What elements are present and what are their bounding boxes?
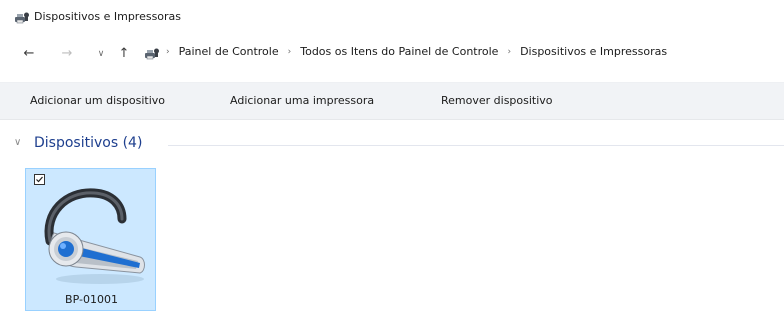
breadcrumb: › Painel de Controle › Todos os Itens do… — [166, 45, 667, 58]
devices-group-header: ∨ Dispositivos (4) — [0, 130, 784, 158]
add-device-button[interactable]: Adicionar um dispositivo — [30, 94, 165, 107]
breadcrumb-separator-icon[interactable]: › — [507, 47, 511, 57]
add-printer-button[interactable]: Adicionar uma impressora — [230, 94, 374, 107]
device-tile[interactable]: BP-01001 — [25, 168, 156, 311]
breadcrumb-separator-icon[interactable]: › — [288, 47, 292, 57]
breadcrumb-item-painel-de-controle[interactable]: Painel de Controle — [179, 45, 279, 58]
devices-printers-icon — [14, 10, 30, 26]
up-arrow-icon[interactable]: ↑ — [117, 46, 131, 61]
bluetooth-headset-icon — [36, 183, 148, 287]
group-divider — [168, 145, 784, 146]
breadcrumb-item-dispositivos-e-impressoras[interactable]: Dispositivos e Impressoras — [520, 45, 667, 58]
back-arrow-icon[interactable]: ← — [22, 46, 36, 61]
location-devices-icon[interactable] — [144, 46, 160, 60]
breadcrumb-separator-icon[interactable]: › — [166, 47, 170, 57]
title-bar: Dispositivos e Impressoras — [0, 0, 784, 34]
collapse-chevron-icon[interactable]: ∨ — [14, 137, 21, 148]
remove-device-button[interactable]: Remover dispositivo — [441, 94, 553, 107]
window-title: Dispositivos e Impressoras — [34, 10, 182, 23]
chevron-down-icon[interactable]: ∨ — [94, 47, 108, 61]
address-bar: ← → ∨ ↑ › Painel de Controle › Todos os … — [0, 38, 784, 68]
breadcrumb-item-todos-os-itens[interactable]: Todos os Itens do Painel de Controle — [300, 45, 498, 58]
forward-arrow-icon[interactable]: → — [60, 46, 74, 61]
group-title[interactable]: Dispositivos (4) — [34, 135, 142, 151]
device-name: BP-01001 — [65, 293, 118, 306]
command-bar: Adicionar um dispositivo Adicionar uma i… — [0, 82, 784, 120]
devices-printers-window: Dispositivos e Impressoras ← → ∨ ↑ › Pai… — [0, 0, 784, 311]
